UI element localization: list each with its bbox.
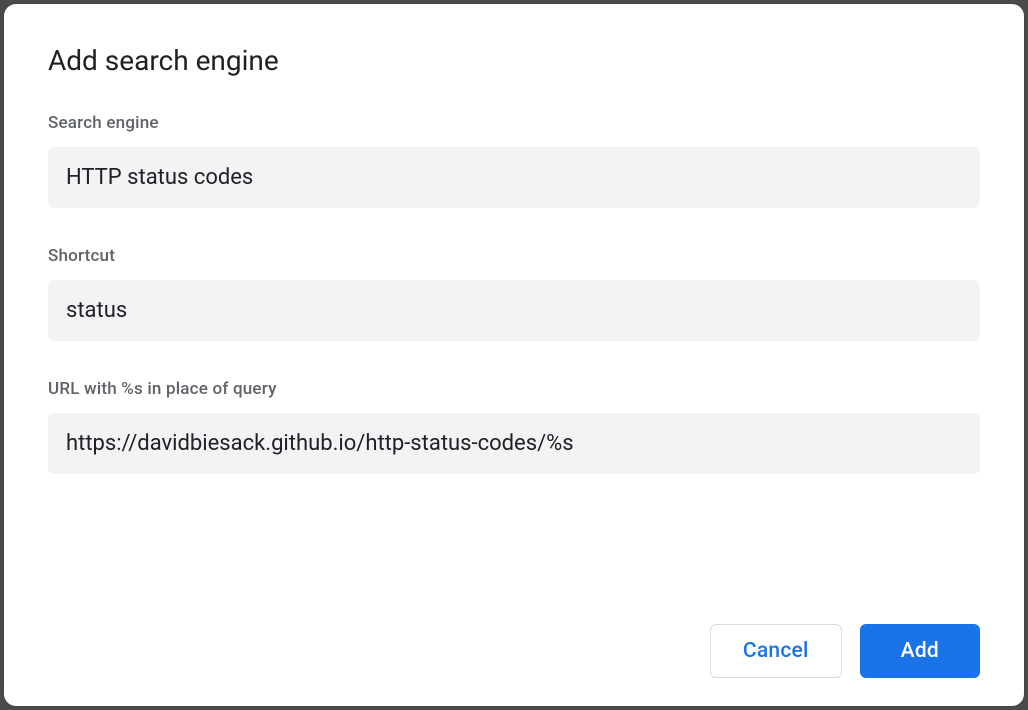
url-field-group: URL with %s in place of query — [48, 379, 980, 474]
add-search-engine-dialog: Add search engine Search engine Shortcut… — [4, 4, 1024, 706]
search-engine-label: Search engine — [48, 113, 980, 133]
add-button[interactable]: Add — [860, 624, 980, 678]
dialog-title: Add search engine — [48, 44, 980, 77]
url-input[interactable] — [48, 413, 980, 474]
dialog-button-row: Cancel Add — [48, 604, 980, 678]
url-label: URL with %s in place of query — [48, 379, 980, 399]
shortcut-label: Shortcut — [48, 246, 980, 266]
search-engine-input[interactable] — [48, 147, 980, 208]
shortcut-input[interactable] — [48, 280, 980, 341]
search-engine-field-group: Search engine — [48, 113, 980, 208]
shortcut-field-group: Shortcut — [48, 246, 980, 341]
cancel-button[interactable]: Cancel — [710, 624, 842, 678]
